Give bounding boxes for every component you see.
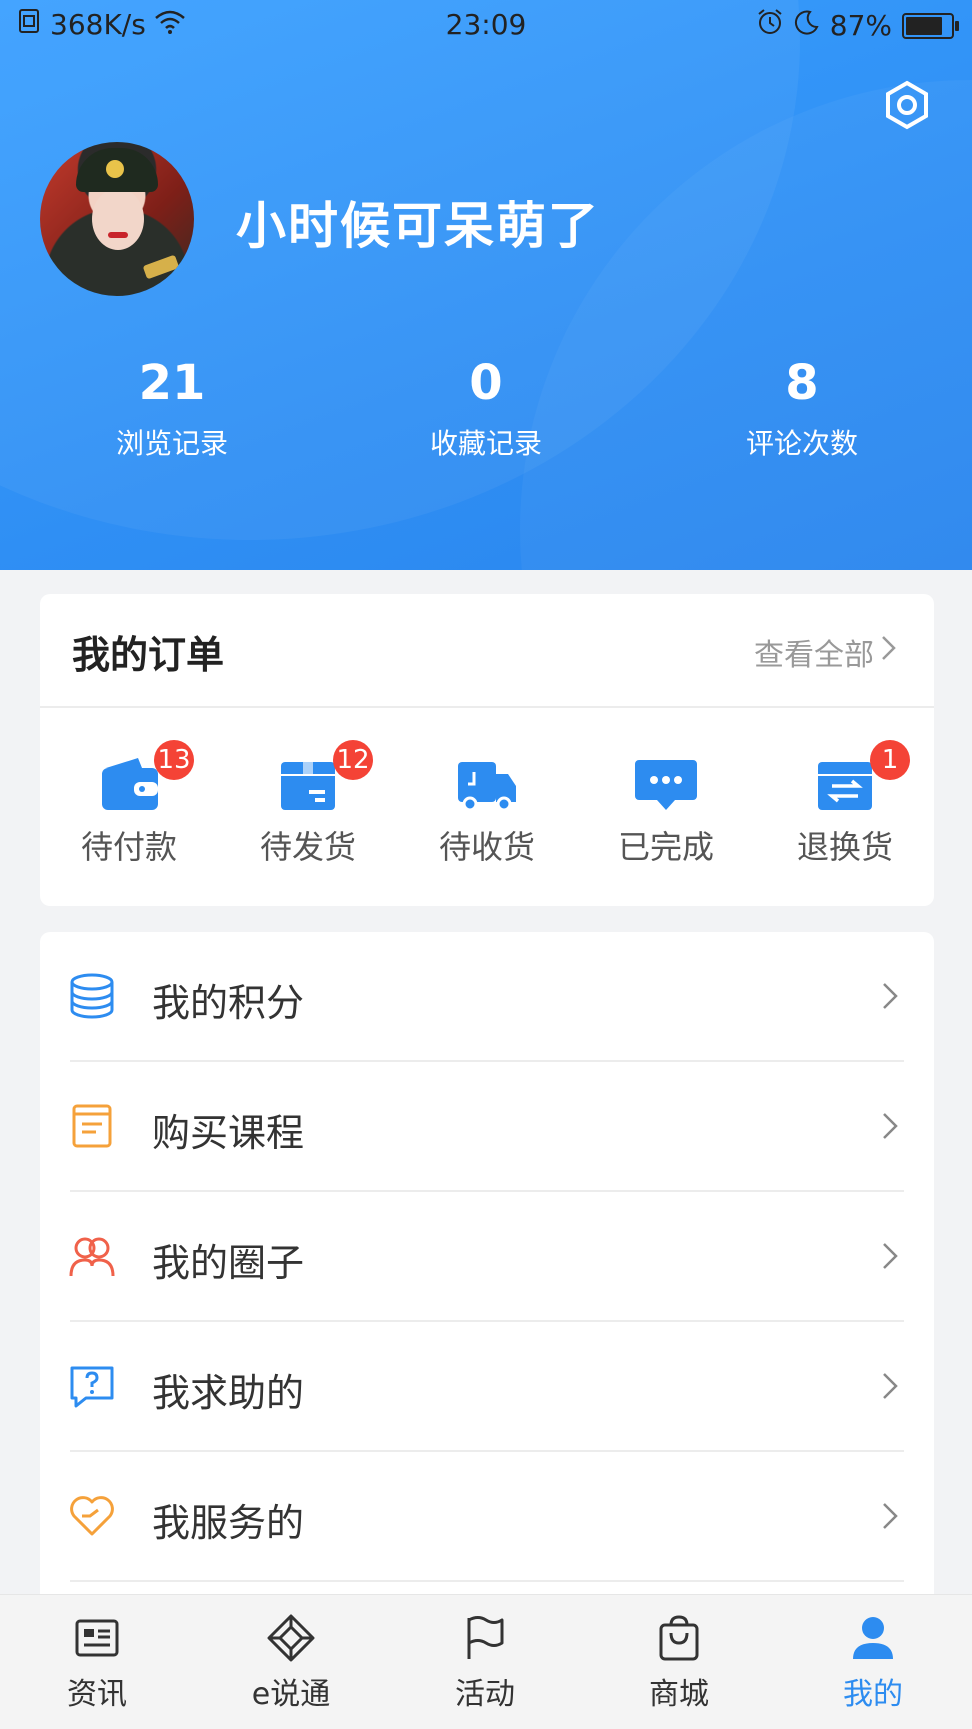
menu-item-my-circles[interactable]: 我的圈子 [40, 1192, 934, 1322]
tab-label: 商城 [649, 1677, 709, 1712]
chevron-right-icon [880, 1370, 900, 1402]
order-pending-receipt[interactable]: 待收货 [398, 754, 576, 868]
orders-title: 我的订单 [72, 633, 225, 677]
menu-item-label: 我服务的 [152, 1501, 305, 1545]
tab-label: 活动 [455, 1677, 515, 1712]
count-badge: 1 [870, 740, 910, 780]
count-badge: 13 [154, 740, 194, 780]
compass-diamond-icon [266, 1613, 316, 1663]
stat-label: 收藏记录 [429, 427, 542, 460]
tab-e-shuotong[interactable]: e说通 [194, 1595, 388, 1729]
tab-news[interactable]: 资讯 [0, 1595, 194, 1729]
wallet-icon: 13 [94, 740, 194, 816]
package-icon: 12 [273, 740, 373, 816]
view-all-label: 查看全部 [754, 638, 874, 673]
menu-item-label: 我求助的 [152, 1371, 305, 1415]
moon-icon [794, 9, 820, 42]
chat-bubble-icon [631, 754, 701, 816]
alarm-icon [756, 8, 784, 43]
settings-gear-icon[interactable] [882, 80, 932, 130]
stat-label: 评论次数 [745, 427, 858, 460]
exchange-box-icon: 1 [810, 740, 910, 816]
stat-value: 0 [469, 355, 503, 411]
question-chat-icon [68, 1362, 116, 1410]
flag-icon [460, 1613, 510, 1663]
battery-icon [902, 12, 959, 39]
news-icon [72, 1613, 122, 1663]
order-pending-payment[interactable]: 13 待付款 [40, 740, 218, 868]
order-label: 待付款 [80, 828, 177, 866]
tab-mall[interactable]: 商城 [582, 1595, 776, 1729]
chevron-right-icon [880, 980, 900, 1012]
chevron-right-icon [880, 1110, 900, 1142]
coins-stack-icon [68, 972, 116, 1020]
battery-percent: 87% [829, 9, 892, 42]
group-icon [68, 1232, 116, 1280]
truck-icon [452, 754, 522, 816]
menu-item-my-services[interactable]: 我服务的 [40, 1452, 934, 1582]
tab-label: e说通 [251, 1677, 331, 1712]
order-pending-shipment[interactable]: 12 待发货 [219, 740, 397, 868]
tab-label: 资讯 [67, 1677, 127, 1712]
avatar[interactable] [40, 142, 194, 296]
view-all-orders-link[interactable]: 查看全部 [754, 630, 898, 674]
menu-item-my-help-requests[interactable]: 我求助的 [40, 1322, 934, 1452]
stat-favorites[interactable]: 0 收藏记录 [366, 350, 606, 462]
user-icon [848, 1613, 898, 1663]
chevron-right-icon [880, 1240, 900, 1272]
orders-card: 我的订单 查看全部 13 待付款 12 待发货 待收货 已完成 1 退换货 [40, 594, 934, 906]
tab-activities[interactable]: 活动 [388, 1595, 582, 1729]
divider [70, 1580, 904, 1582]
menu-item-label: 我的圈子 [152, 1241, 305, 1285]
chevron-right-icon [880, 1500, 900, 1532]
order-label: 已完成 [617, 828, 714, 866]
book-icon [68, 1102, 116, 1150]
count-badge: 12 [333, 740, 373, 780]
order-completed[interactable]: 已完成 [577, 754, 755, 868]
order-label: 待发货 [259, 828, 356, 866]
username: 小时候可呆萌了 [236, 197, 600, 255]
stat-label: 浏览记录 [115, 427, 228, 460]
menu-card: 我的积分 购买课程 我的圈子 我求助的 我服务的 [40, 932, 934, 1612]
stat-browse-history[interactable]: 21 浏览记录 [52, 350, 292, 462]
shopping-bag-icon [654, 1613, 704, 1663]
divider [40, 706, 934, 708]
status-bar: 368K/s 23:09 87% [0, 0, 972, 50]
tab-me[interactable]: 我的 [776, 1595, 970, 1729]
tab-label: 我的 [843, 1677, 903, 1712]
profile-header: 368K/s 23:09 87% 小时候可呆萌了 21 浏览记录 0 收藏记录 … [0, 0, 972, 570]
chevron-right-icon [880, 634, 898, 670]
menu-item-label: 购买课程 [152, 1111, 305, 1155]
stat-value: 21 [138, 355, 206, 411]
bottom-tab-bar: 资讯 e说通 活动 商城 我的 [0, 1594, 972, 1729]
order-returns-exchanges[interactable]: 1 退换货 [756, 740, 934, 868]
heart-icon [68, 1492, 116, 1540]
menu-item-label: 我的积分 [152, 981, 305, 1025]
stat-value: 8 [785, 355, 819, 411]
menu-item-points[interactable]: 我的积分 [40, 932, 934, 1062]
menu-item-buy-courses[interactable]: 购买课程 [40, 1062, 934, 1192]
stat-comments[interactable]: 8 评论次数 [682, 350, 922, 462]
order-label: 退换货 [796, 828, 893, 866]
order-label: 待收货 [438, 828, 535, 866]
